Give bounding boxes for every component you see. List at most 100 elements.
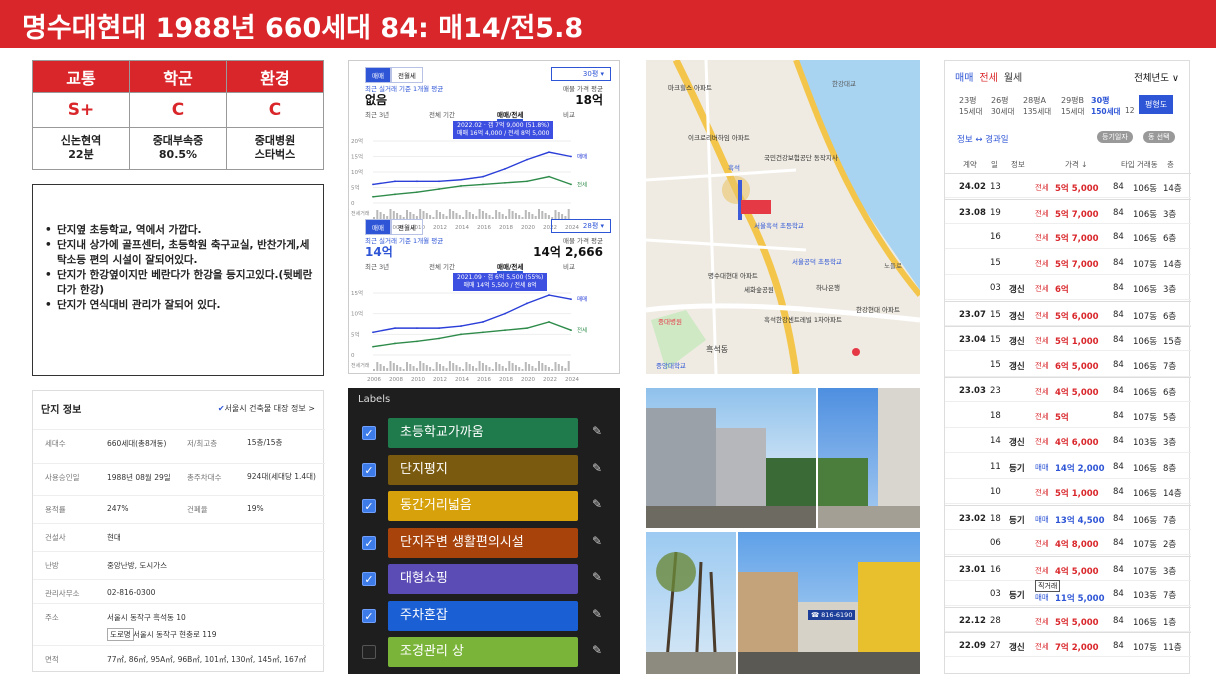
pencil-icon[interactable]: ✎ [592,607,602,621]
transaction-row[interactable]: 03 갱신 전세 6억 84 106동 3층 [945,275,1191,300]
period-tab[interactable]: 전체 기간 [429,261,455,271]
transaction-row[interactable]: 06 전세 4억 8,000 84 107동 2층 [945,530,1191,555]
label-checkbox[interactable]: ✓ [362,462,376,477]
map-label: 이크로리버하임 아파트 [688,134,750,142]
transaction-row[interactable]: 22.09 27 갱신 전세 7억 2,000 84 107동 11층 [945,632,1191,657]
tab-sale[interactable]: 매매 [365,219,391,235]
contract-day: 10 [990,487,1001,497]
label-checkbox[interactable]: ✓ [362,535,376,550]
label-chip[interactable]: 단지주변 생활편의시설 [388,527,578,558]
floor-plan-button[interactable]: 평형도 [1139,95,1174,114]
size-option[interactable]: 23평 [959,95,977,106]
transaction-row[interactable]: 03 등기 직거래 매매 11억 5,000 84 103동 7층 [945,580,1191,606]
label-checkbox[interactable]: ✓ [362,499,376,513]
tab-rent[interactable]: 전월세 [390,67,423,83]
filter-chip-date[interactable]: 등기일자 [1097,131,1133,143]
pencil-icon[interactable]: ✎ [592,424,602,438]
volume-bar [498,364,501,371]
period-tab[interactable]: 최근 3년 [365,261,389,271]
size-option[interactable]: 30평 [1091,95,1110,106]
building-registry-link[interactable]: ✔서울시 건축물 대장 정보 > [218,403,315,414]
transaction-row[interactable]: 24.02 13 전세 5억 5,000 84 106동 14층 [945,173,1191,198]
tx-floor: 6층 [1163,234,1177,244]
size-option[interactable]: 28평A [1023,95,1046,106]
label-chip[interactable]: 동간거리넓음 [388,491,578,521]
transaction-row[interactable]: 23.03 23 전세 4억 5,000 84 106동 6층 [945,377,1191,402]
label-chip[interactable]: 초등학교가까움 [388,418,578,448]
transaction-row[interactable]: 23.08 19 전세 5억 7,000 84 106동 3층 [945,198,1191,224]
rating-grade-environment: C [226,92,324,128]
volume-bar [528,364,531,371]
x-tick-label: 2018 [499,225,513,231]
volume-bar [409,364,412,371]
location-map[interactable]: 마크힐스 아파트 이크로리버하임 아파트 국민건강보험공단 동작지사 흑석 서울… [646,60,920,374]
transaction-row[interactable]: 22.12 28 전세 5억 5,000 84 106동 1층 [945,606,1191,632]
tx-price: 6억 5,000 [1055,361,1099,372]
column-header[interactable]: 정보 [1011,159,1025,170]
tab-sale[interactable]: 매매 [365,67,391,83]
transaction-row[interactable]: 15 갱신 전세 6억 5,000 84 106동 7층 [945,352,1191,377]
volume-bar [485,365,488,371]
volume-bar [422,363,425,371]
column-header[interactable]: 타입 [1121,159,1135,170]
transaction-row[interactable]: 11 등기 매매 14억 2,000 84 106동 8층 [945,454,1191,479]
period-select[interactable]: 전체년도 ∨ [1134,70,1179,84]
transaction-row[interactable]: 23.07 15 갱신 전세 5억 6,000 84 107동 6층 [945,300,1191,326]
size-option[interactable]: 29평B [1061,95,1084,106]
period-tab[interactable]: 비교 [563,261,575,271]
filter-chip-dong[interactable]: 동 선택 [1143,131,1175,143]
trade-tab[interactable]: 전세 [979,73,997,84]
column-header[interactable]: 계약 [963,159,977,170]
label-chip[interactable]: 조경관리 상 [388,637,578,667]
label-chip[interactable]: 대형쇼핑 [388,564,578,594]
volume-bar [567,361,570,371]
volume-bar [564,368,567,371]
tx-kind: 전세 [1035,360,1049,370]
pencil-icon[interactable]: ✎ [592,534,602,548]
column-header[interactable]: 가격 ↓ [1065,159,1087,170]
trade-tab[interactable]: 월세 [1004,73,1022,84]
data-point [394,180,396,183]
contract-day: 19 [990,207,1001,218]
period-tab[interactable]: 비교 [563,109,575,119]
label-checkbox[interactable]: ✓ [362,645,376,659]
period-tab[interactable]: 매매/전세 [497,261,524,273]
trade-tab[interactable]: 매매 [955,73,973,84]
volume-bar [452,363,455,371]
label-chip[interactable]: 주차혼잡 [388,600,578,631]
label-checkbox[interactable]: ✓ [362,572,376,586]
label-checkbox[interactable]: ✓ [362,426,376,440]
size-select[interactable]: 28평 ▾ [551,219,611,233]
transaction-row[interactable]: 23.01 16 전세 4억 5,000 84 107동 3층 [945,555,1191,581]
volume-bar [524,362,527,371]
label-chip[interactable]: 단지평지 [388,454,578,485]
pencil-icon[interactable]: ✎ [592,497,602,511]
building-registry-link-label: 서울시 건축물 대장 정보 > [224,404,315,413]
tx-tag: 등기 [1009,463,1025,474]
contract-day: 13 [990,182,1001,192]
volume-bar [379,212,382,219]
period-tab[interactable]: 전체 기간 [429,109,455,119]
pencil-icon[interactable]: ✎ [592,570,602,584]
info-toggle[interactable]: 정보 ↔ 경과일 [957,133,1009,145]
period-tab[interactable]: 최근 3년 [365,109,389,119]
info-value: 중앙난방, 도시가스 [107,561,167,570]
pencil-icon[interactable]: ✎ [592,461,602,475]
size-select[interactable]: 30평 ▾ [551,67,611,81]
period-tab[interactable]: 매매/전세 [497,109,524,121]
tab-rent[interactable]: 전월세 [390,219,423,235]
transaction-row[interactable]: 23.04 15 갱신 전세 5억 1,000 84 106동 15층 [945,326,1191,351]
column-header[interactable]: 층 [1167,159,1174,170]
pencil-icon[interactable]: ✎ [592,643,602,657]
transaction-row[interactable]: 15 전세 5억 7,000 84 107동 14층 [945,250,1191,275]
column-header[interactable]: 일 [991,159,998,170]
column-header[interactable]: 거래동 [1137,159,1158,170]
transaction-row[interactable]: 23.02 18 등기 매매 13억 4,500 84 106동 7층 [945,504,1191,530]
transaction-row[interactable]: 18 전세 5억 84 107동 5층 [945,403,1191,428]
label-checkbox[interactable]: ✓ [362,608,376,623]
transaction-row[interactable]: 14 갱신 전세 4억 6,000 84 103동 3층 [945,428,1191,453]
size-option[interactable]: 26평 [991,95,1009,106]
volume-bar [505,216,507,219]
transaction-row[interactable]: 10 전세 5억 1,000 84 106동 14층 [945,479,1191,504]
transaction-row[interactable]: 16 전세 5억 7,000 84 106동 6층 [945,224,1191,249]
